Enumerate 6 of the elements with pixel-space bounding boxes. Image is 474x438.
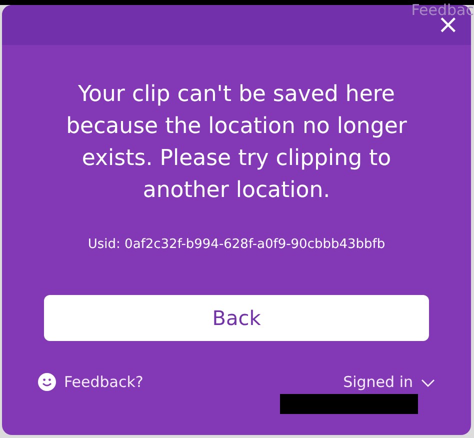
account-dropdown[interactable]: Signed in [343, 370, 435, 393]
usid-text: Usid: 0af2c32f-b994-628f-a0f9-90cbbb43bbfb [86, 236, 386, 254]
smiley-icon [38, 372, 56, 391]
feedback-link[interactable]: Feedback? [38, 370, 144, 393]
back-button[interactable]: Back [44, 294, 429, 340]
error-message: Your clip can't be saved here because the location no longer exists. Please try clipping to another location. [65, 81, 408, 205]
